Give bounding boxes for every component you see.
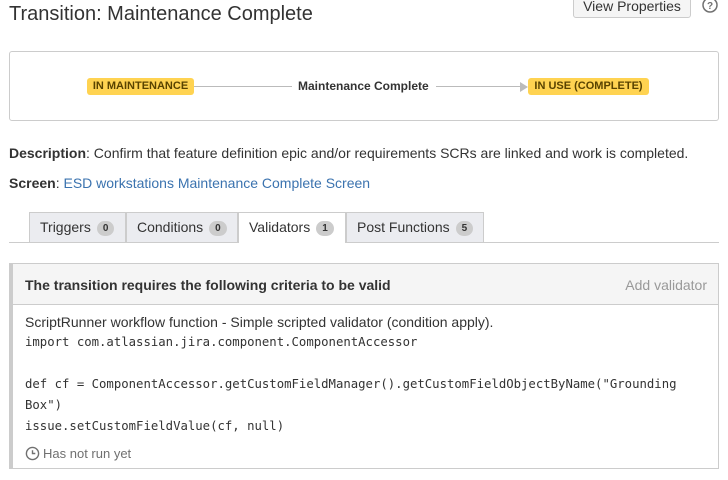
clock-icon [25, 446, 40, 461]
add-validator-link[interactable]: Add validator [625, 277, 707, 293]
validator-description: ScriptRunner workflow function - Simple … [25, 314, 494, 330]
tab-validators[interactable]: Validators 1 [238, 212, 346, 243]
validators-panel: The transition requires the following cr… [9, 263, 719, 469]
tab-count-badge: 1 [316, 221, 334, 236]
tab-triggers[interactable]: Triggers 0 [29, 212, 126, 242]
from-status-lozenge: IN MAINTENANCE [87, 78, 194, 95]
transition-name: Maintenance Complete [298, 79, 429, 93]
screen-info: Screen: ESD workstations Maintenance Com… [9, 175, 370, 191]
transition-line-left [194, 86, 292, 87]
screen-label: Screen [9, 175, 56, 191]
to-status-lozenge: IN USE (COMPLETE) [528, 78, 649, 95]
validator-run-status: Has not run yet [25, 446, 131, 462]
page-title: Transition: Maintenance Complete [9, 3, 313, 25]
screen-link[interactable]: ESD workstations Maintenance Complete Sc… [63, 175, 370, 191]
tab-label: Conditions [137, 219, 204, 235]
tab-label: Validators [249, 219, 311, 235]
view-properties-button[interactable]: View Properties [573, 0, 691, 18]
tab-post-functions[interactable]: Post Functions 5 [346, 212, 484, 242]
tab-label: Triggers [40, 219, 91, 235]
arrow-right-icon [520, 82, 528, 92]
transition-line-right [436, 86, 522, 87]
tab-conditions[interactable]: Conditions 0 [126, 212, 238, 242]
tab-count-badge: 0 [96, 221, 115, 236]
svg-text:?: ? [707, 1, 713, 12]
validators-header-text: The transition requires the following cr… [25, 277, 391, 293]
workflow-diagram: IN MAINTENANCE Maintenance Complete IN U… [9, 51, 719, 121]
tabs-divider [9, 242, 719, 243]
question-circle-icon[interactable]: ? [702, 0, 718, 13]
tab-label: Post Functions [357, 219, 450, 235]
validators-panel-header: The transition requires the following cr… [13, 264, 718, 305]
description: Description: Confirm that feature defini… [9, 145, 688, 161]
description-label: Description [9, 145, 87, 161]
validator-status-text: Has not run yet [43, 446, 132, 461]
validator-script: import com.atlassian.jira.component.Comp… [25, 335, 677, 433]
tab-count-badge: 0 [209, 221, 227, 236]
description-text: : Confirm that feature definition epic a… [86, 145, 689, 161]
tab-count-badge: 5 [455, 221, 474, 236]
